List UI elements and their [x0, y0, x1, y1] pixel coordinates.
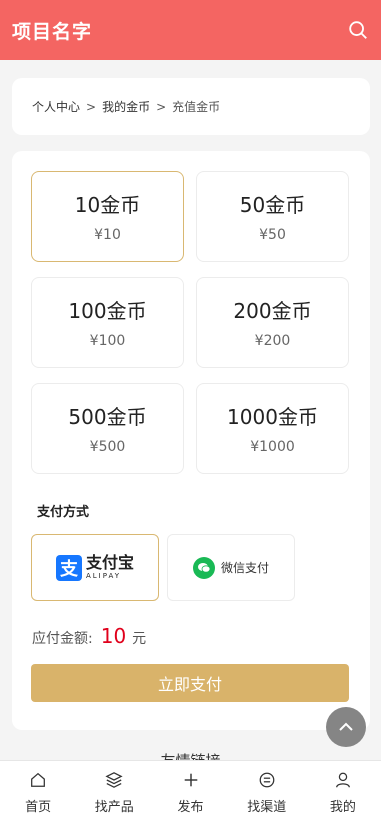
tab-find-products[interactable]: 找产品 — [76, 761, 152, 823]
payment-method-title: 支付方式 — [37, 505, 90, 520]
package-price: ¥100 — [89, 333, 126, 349]
package-price: ¥200 — [254, 333, 291, 349]
breadcrumb: 个人中心 > 我的金币 > 充值金币 — [12, 78, 370, 135]
tab-label: 首页 — [25, 800, 52, 815]
package-price: ¥50 — [259, 227, 286, 243]
package-price: ¥500 — [89, 439, 126, 455]
package-coins: 1000金币 — [227, 405, 318, 429]
bottom-tabbar: 首页 找产品 发布 找渠道 我的 — [0, 760, 381, 823]
amount-label: 应付金额: — [32, 631, 93, 647]
wechat-pay-label: 微信支付 — [220, 561, 269, 575]
tab-label: 找产品 — [94, 800, 134, 815]
coin-package-10[interactable]: 10金币 ¥10 — [31, 171, 184, 262]
breadcrumb-separator: > — [86, 99, 97, 114]
alipay-logo-text: 支付宝 ALIPAY — [86, 555, 134, 580]
tab-label: 发布 — [177, 800, 204, 815]
alipay-icon: 支 — [55, 554, 82, 581]
alipay-en-label: ALIPAY — [85, 572, 122, 580]
coin-package-200[interactable]: 200金币 ¥200 — [196, 277, 349, 368]
breadcrumb-item-my-coins[interactable]: 我的金币 — [102, 98, 150, 115]
chevron-up-icon — [339, 722, 353, 731]
home-icon — [31, 772, 46, 787]
back-to-top-button[interactable] — [326, 707, 366, 747]
tab-home[interactable]: 首页 — [0, 761, 76, 823]
breadcrumb-item-recharge: 充值金币 — [172, 100, 221, 114]
plus-icon — [184, 773, 197, 787]
search-icon[interactable] — [347, 19, 369, 41]
coin-package-50[interactable]: 50金币 ¥50 — [196, 171, 349, 262]
tab-label: 找渠道 — [247, 800, 287, 815]
package-price: ¥1000 — [250, 439, 295, 455]
coin-package-500[interactable]: 500金币 ¥500 — [31, 383, 184, 474]
layers-icon — [105, 772, 123, 788]
amount-unit: 元 — [132, 631, 147, 647]
coin-package-1000[interactable]: 1000金币 ¥1000 — [196, 383, 349, 474]
tab-publish[interactable]: 发布 — [152, 761, 228, 823]
tab-mine[interactable]: 我的 — [305, 761, 381, 823]
tab-label: 我的 — [329, 800, 356, 815]
coin-package-100[interactable]: 100金币 ¥100 — [31, 277, 184, 368]
amount-due: 应付金额: 10 元 — [32, 624, 146, 648]
package-coins: 10金币 — [74, 193, 141, 217]
user-icon — [335, 772, 350, 788]
package-coins: 200金币 — [233, 299, 312, 323]
wechat-icon — [192, 556, 215, 579]
breadcrumb-separator: > — [156, 99, 167, 114]
breadcrumb-item-user-center[interactable]: 个人中心 — [32, 98, 80, 115]
tab-find-channels[interactable]: 找渠道 — [229, 761, 305, 823]
package-coins: 100金币 — [68, 299, 147, 323]
alipay-option[interactable]: 支 支付宝 ALIPAY — [31, 534, 159, 601]
pay-now-button[interactable]: 立即支付 — [31, 664, 349, 702]
channel-icon — [259, 772, 275, 788]
package-coins: 500金币 — [68, 405, 147, 429]
amount-value: 10 — [100, 624, 127, 648]
app-header: 项目名字 — [0, 0, 381, 60]
wechat-pay-option[interactable]: 微信支付 — [167, 534, 295, 601]
alipay-cn-label: 支付宝 — [85, 553, 134, 572]
app-title: 项目名字 — [12, 20, 93, 43]
package-price: ¥10 — [94, 227, 121, 243]
package-coins: 50金币 — [239, 193, 306, 217]
